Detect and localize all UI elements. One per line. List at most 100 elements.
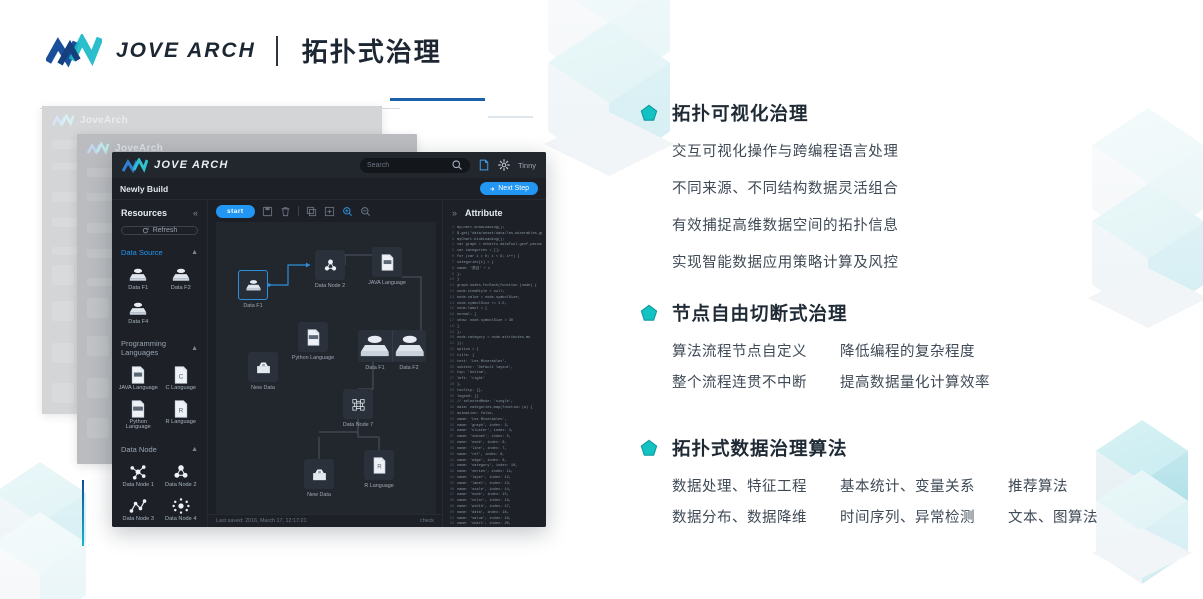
section-label: Data Source (121, 248, 163, 257)
cube-left-face (1092, 145, 1148, 246)
chevrons-right-icon[interactable]: » (452, 208, 457, 218)
refresh-icon (142, 227, 149, 234)
section-column: 推荐算法 文本、图算法 (1008, 475, 1098, 527)
brand-name: JOVE ARCH (116, 38, 256, 62)
resource-section-header-programming-languages[interactable]: Programming Languages ▲ (112, 334, 207, 361)
section-lines: 交互可视化操作与跨编程语言处理 不同来源、不同结构数据灵活组合 有效捕捉高维数据… (672, 140, 899, 272)
canvas-node-label: Data F1 (243, 303, 263, 309)
cluster-node-icon (324, 259, 336, 270)
resource-item-label: Data F4 (128, 318, 149, 325)
cube-right-face (40, 492, 86, 576)
graph-node-icon (130, 465, 146, 480)
accent-vertical-bar (82, 480, 84, 546)
cube-top-face (1096, 420, 1188, 482)
canvas-node[interactable] (343, 389, 373, 419)
section-columns: 数据处理、特征工程 数据分布、数据降维 基本统计、变量关系 时间序列、异常检测 … (672, 475, 1098, 527)
resource-item[interactable]: Data F4 (118, 297, 159, 329)
chevron-up-icon: ▲ (191, 344, 198, 352)
canvas-node[interactable] (304, 459, 334, 489)
resource-item-label: JAVA Language (118, 385, 158, 392)
resource-item[interactable]: Data Node 3 (118, 494, 159, 526)
resource-item-label: Data Node 1 (122, 481, 154, 488)
cube-top-face (0, 462, 86, 524)
zoom-out-icon[interactable] (360, 206, 371, 217)
resource-item[interactable]: C C Language (161, 363, 202, 395)
cube-left-face (0, 492, 40, 576)
arrow-right-icon (490, 186, 495, 191)
line-node-icon (129, 498, 147, 513)
status-right[interactable]: check (420, 518, 434, 524)
canvas-node[interactable] (372, 247, 402, 277)
resource-item[interactable]: Data F1 (118, 263, 159, 295)
database-icon (130, 302, 147, 315)
cube-top-face (1092, 108, 1203, 183)
section-line: 时间序列、异常检测 (840, 510, 975, 526)
section-line: 实现智能数据应用策略计算及风控 (672, 255, 899, 271)
resource-item[interactable]: Data Node 2 (161, 460, 202, 492)
resource-item-label: Data F2 (170, 285, 191, 291)
section-line: 不同来源、不同结构数据灵活组合 (672, 181, 899, 197)
start-button[interactable]: start (216, 204, 255, 218)
toolbar-separator (297, 206, 299, 216)
save-icon[interactable] (262, 206, 273, 217)
database-icon (130, 268, 147, 281)
file-icon[interactable] (478, 159, 490, 171)
canvas-node[interactable] (248, 352, 278, 382)
resource-section-header-data-source[interactable]: Data Source ▲ (112, 243, 207, 261)
resource-item[interactable]: JAVA Language (118, 363, 159, 395)
next-step-label: Next Step (498, 185, 529, 192)
code-editor[interactable]: 1 2 3 4 5 6 7 8 9 10 11 12 13 14 15 16 17 18 19 20 21 22 23 24 2… (443, 224, 546, 527)
zoom-in-icon[interactable] (342, 206, 353, 217)
python-file-icon (132, 400, 145, 418)
delete-icon[interactable] (280, 206, 291, 217)
chevrons-left-icon[interactable]: « (193, 208, 198, 218)
resource-item-label: Data Node 3 (122, 515, 154, 522)
section-column: 算法流程节点自定义 整个流程连贯不中断 (672, 340, 840, 392)
canvas-node[interactable] (238, 270, 268, 300)
resource-item[interactable]: Data Node 4 (161, 494, 202, 526)
flow-canvas[interactable]: Data F1 Data Node 2 JAVA Language Python… (216, 222, 436, 514)
gear-icon[interactable] (498, 159, 510, 171)
header-divider (275, 35, 278, 66)
user-name[interactable]: Tinny (518, 161, 536, 170)
feature-section-3: 拓扑式数据治理算法 数据处理、特征工程 数据分布、数据降维 基本统计、变量关系 … (640, 435, 1098, 527)
canvas-node-group[interactable] (358, 330, 426, 362)
canvas-node-label: Python Language (291, 355, 335, 361)
cube-right-face (1148, 221, 1203, 322)
chevron-up-icon: ▲ (191, 445, 198, 453)
search-input[interactable]: Search (359, 157, 470, 173)
canvas-node[interactable] (315, 250, 345, 280)
add-icon[interactable] (324, 206, 335, 217)
page-title: 拓扑式治理 (301, 37, 442, 67)
section-line: 整个流程连贯不中断 (672, 375, 807, 391)
cube-right-face (1142, 500, 1188, 584)
resource-item-label: Data Node 2 (165, 481, 197, 488)
search-icon[interactable] (451, 159, 463, 171)
search-placeholder: Search (366, 161, 390, 169)
cube-right-face (1142, 450, 1188, 534)
resource-item[interactable]: Data F2 (161, 263, 202, 295)
resource-item[interactable]: R R Language (161, 397, 202, 434)
canvas-node[interactable]: R (364, 450, 394, 480)
database-icon (360, 335, 389, 356)
app-brand: JOVE ARCH (122, 157, 229, 173)
refresh-button[interactable]: Refresh (121, 226, 198, 235)
resource-item[interactable]: Data Node 1 (118, 460, 159, 492)
status-left: Last saved: 2016, March 17, 12:17:21 (216, 518, 307, 524)
scatter-node-icon (172, 497, 190, 514)
section-line: 文本、图算法 (1008, 510, 1098, 526)
next-step-button[interactable]: Next Step (480, 182, 538, 195)
resource-items-programming-languages: JAVA Language C C Language Python Langua… (112, 361, 207, 440)
pentagon-icon (640, 104, 658, 121)
canvas-node-label: JAVA Language (368, 280, 406, 286)
resource-item[interactable]: Python Language (118, 397, 159, 434)
resources-header: Resources « (112, 200, 207, 224)
copy-icon[interactable] (306, 206, 317, 217)
resource-section-header-data-node[interactable]: Data Node ▲ (112, 440, 207, 458)
canvas-node[interactable] (298, 322, 328, 352)
cube-left-face (1092, 221, 1148, 322)
resource-items-data-node: Data Node 1 Data Node 2 Data Node 3 Data… (112, 458, 207, 527)
code-gutter: 1 2 3 4 5 6 7 8 9 10 11 12 13 14 15 16 17 18 19 20 21 22 23 24 2… (445, 226, 454, 527)
pentagon-icon (640, 439, 658, 456)
resource-item-label: Python Language (125, 418, 151, 431)
